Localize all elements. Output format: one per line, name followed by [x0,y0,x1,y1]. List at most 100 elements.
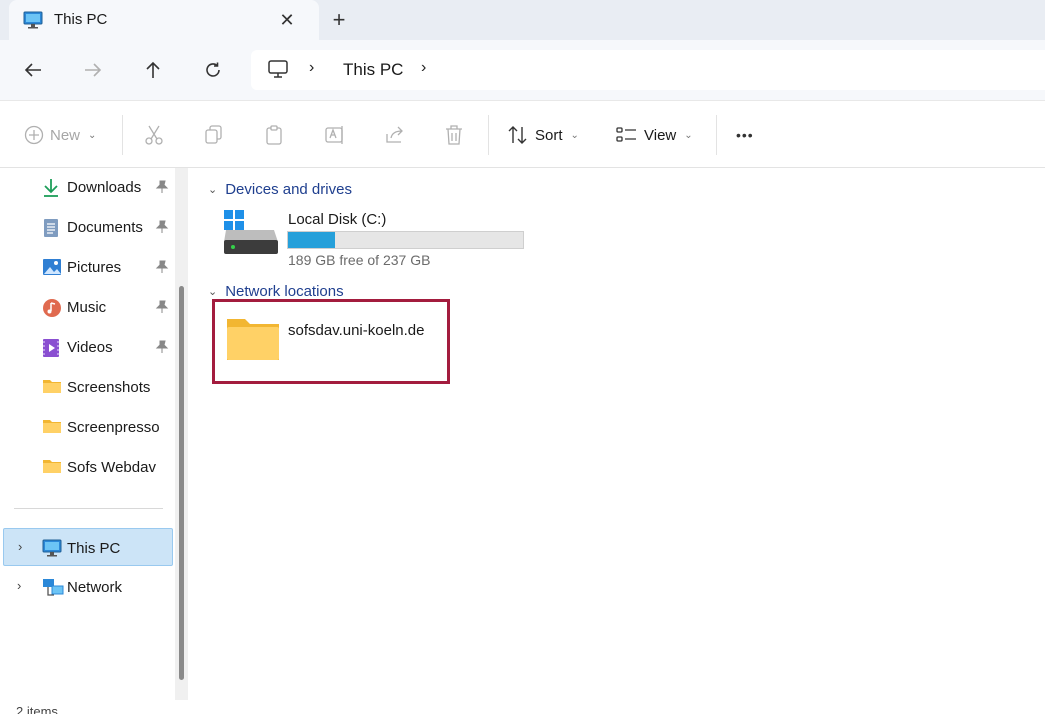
view-icon [616,127,636,142]
copy-icon [205,125,222,144]
chevron-down-icon: ⌄ [88,129,97,141]
pictures-icon [42,258,62,276]
arrow-left-icon [24,63,41,77]
cut-button[interactable] [144,123,164,147]
arrow-right-icon [85,63,102,77]
share-button[interactable] [384,123,406,147]
folder-icon [42,458,62,476]
scissors-icon [145,125,163,145]
sort-button[interactable]: Sort ⌄ [507,123,579,147]
tab-bar: This PC ✕ + [0,0,1045,40]
sidebar-item-screenshots[interactable]: Screenshots [0,368,174,406]
tab-this-pc[interactable]: This PC ✕ [9,0,319,40]
new-tab-button[interactable]: + [326,7,352,33]
group-header-network[interactable]: ⌄ Network locations [208,283,344,300]
pin-icon[interactable] [155,340,169,357]
address-bar[interactable]: › This PC › [251,50,1045,90]
sidebar-item-network[interactable]: › Network [0,568,174,606]
rename-icon [325,126,343,144]
trash-icon [446,125,462,145]
paste-button[interactable] [264,123,284,147]
tab-title: This PC [54,11,108,28]
copy-button[interactable] [204,123,224,147]
more-options-button[interactable]: ••• [736,123,754,147]
breadcrumb-separator[interactable]: › [421,59,426,77]
chevron-down-icon: ⌄ [208,286,218,298]
network-location-item[interactable]: sofsdav.uni-koeln.de [212,299,450,384]
up-button[interactable] [138,55,168,85]
arrow-up-icon [146,61,160,78]
clipboard-icon [266,125,282,145]
breadcrumb-this-pc[interactable]: This PC [343,60,403,80]
chevron-down-icon: ⌄ [208,184,218,196]
group-title: Devices and drives [225,181,352,198]
pin-icon[interactable] [155,300,169,317]
sidebar-item-label: Videos [67,339,113,356]
monitor-icon [23,11,43,32]
sidebar-item-label: This PC [67,540,121,557]
command-bar: New ⌄ Sort ⌄ View ⌄ ••• [0,100,1045,168]
sidebar-item-music[interactable]: Music [0,288,174,326]
sort-label: Sort [535,126,563,144]
sidebar-item-documents[interactable]: Documents [0,208,174,246]
network-location-name: sofsdav.uni-koeln.de [288,322,425,339]
sidebar-item-label: Downloads [67,179,142,196]
drive-free-space: 189 GB free of 237 GB [288,252,431,268]
back-button[interactable] [18,55,48,85]
drive-usage-bar [287,231,524,249]
folder-icon [42,378,62,396]
pin-icon[interactable] [155,220,169,237]
view-button[interactable]: View ⌄ [616,123,693,147]
sidebar-item-label: Sofs Webdav [67,459,156,476]
refresh-button[interactable] [198,55,228,85]
sidebar-item-label: Screenpresso [67,419,160,436]
group-header-devices[interactable]: ⌄ Devices and drives [208,181,352,198]
pin-icon[interactable] [155,260,169,277]
sidebar-item-label: Music [67,299,107,316]
toolbar-divider [488,115,489,155]
videos-icon [42,338,62,357]
download-icon [42,178,62,197]
group-title: Network locations [225,283,344,300]
sidebar-item-label: Pictures [67,259,122,276]
sidebar-scrollbar[interactable] [175,168,188,700]
drive-local-disk-c[interactable]: Local Disk (C:) 189 GB free of 237 GB [222,208,532,268]
sidebar-item-videos[interactable]: Videos [0,328,174,366]
scrollbar-thumb[interactable] [179,286,184,680]
close-tab-button[interactable]: ✕ [274,7,300,33]
rename-button[interactable] [324,123,346,147]
ellipsis-icon: ••• [736,127,754,143]
status-bar: 2 items [0,700,1045,714]
sidebar-item-sofs-webdav[interactable]: Sofs Webdav [0,448,174,486]
documents-icon [42,218,62,237]
plus-circle-icon [24,125,44,145]
navigation-pane: Downloads Documents Pictures Music Video… [0,168,188,700]
chevron-right-icon[interactable]: › [18,539,22,554]
drive-usage-fill [288,232,335,248]
navigation-row: › This PC › [0,40,1045,100]
music-icon [42,298,62,317]
view-label: View [644,126,677,144]
breadcrumb-separator[interactable]: › [309,59,314,77]
forward-button[interactable] [78,55,108,85]
content-pane: ⌄ Devices and drives Local Disk (C:) 189… [194,168,1045,700]
new-button[interactable]: New ⌄ [24,123,96,147]
chevron-down-icon: ⌄ [684,129,693,141]
sidebar-item-screenpresso[interactable]: Screenpresso [0,408,174,446]
sidebar-item-this-pc[interactable]: › This PC [3,528,173,566]
sort-icon [508,126,527,144]
network-icon [42,578,64,596]
delete-button[interactable] [444,123,464,147]
sidebar-item-pictures[interactable]: Pictures [0,248,174,286]
sidebar-item-downloads[interactable]: Downloads [0,168,174,206]
sidebar-item-label: Network [67,579,123,596]
sidebar-divider [14,508,163,509]
chevron-right-icon[interactable]: › [17,578,21,593]
drive-name: Local Disk (C:) [288,211,387,228]
new-label: New [50,126,81,144]
pin-icon[interactable] [155,180,169,197]
sidebar-item-label: Documents [67,219,143,236]
hard-drive-icon [224,210,278,254]
monitor-outline-icon [267,59,289,82]
sidebar-item-label: Screenshots [67,379,151,396]
